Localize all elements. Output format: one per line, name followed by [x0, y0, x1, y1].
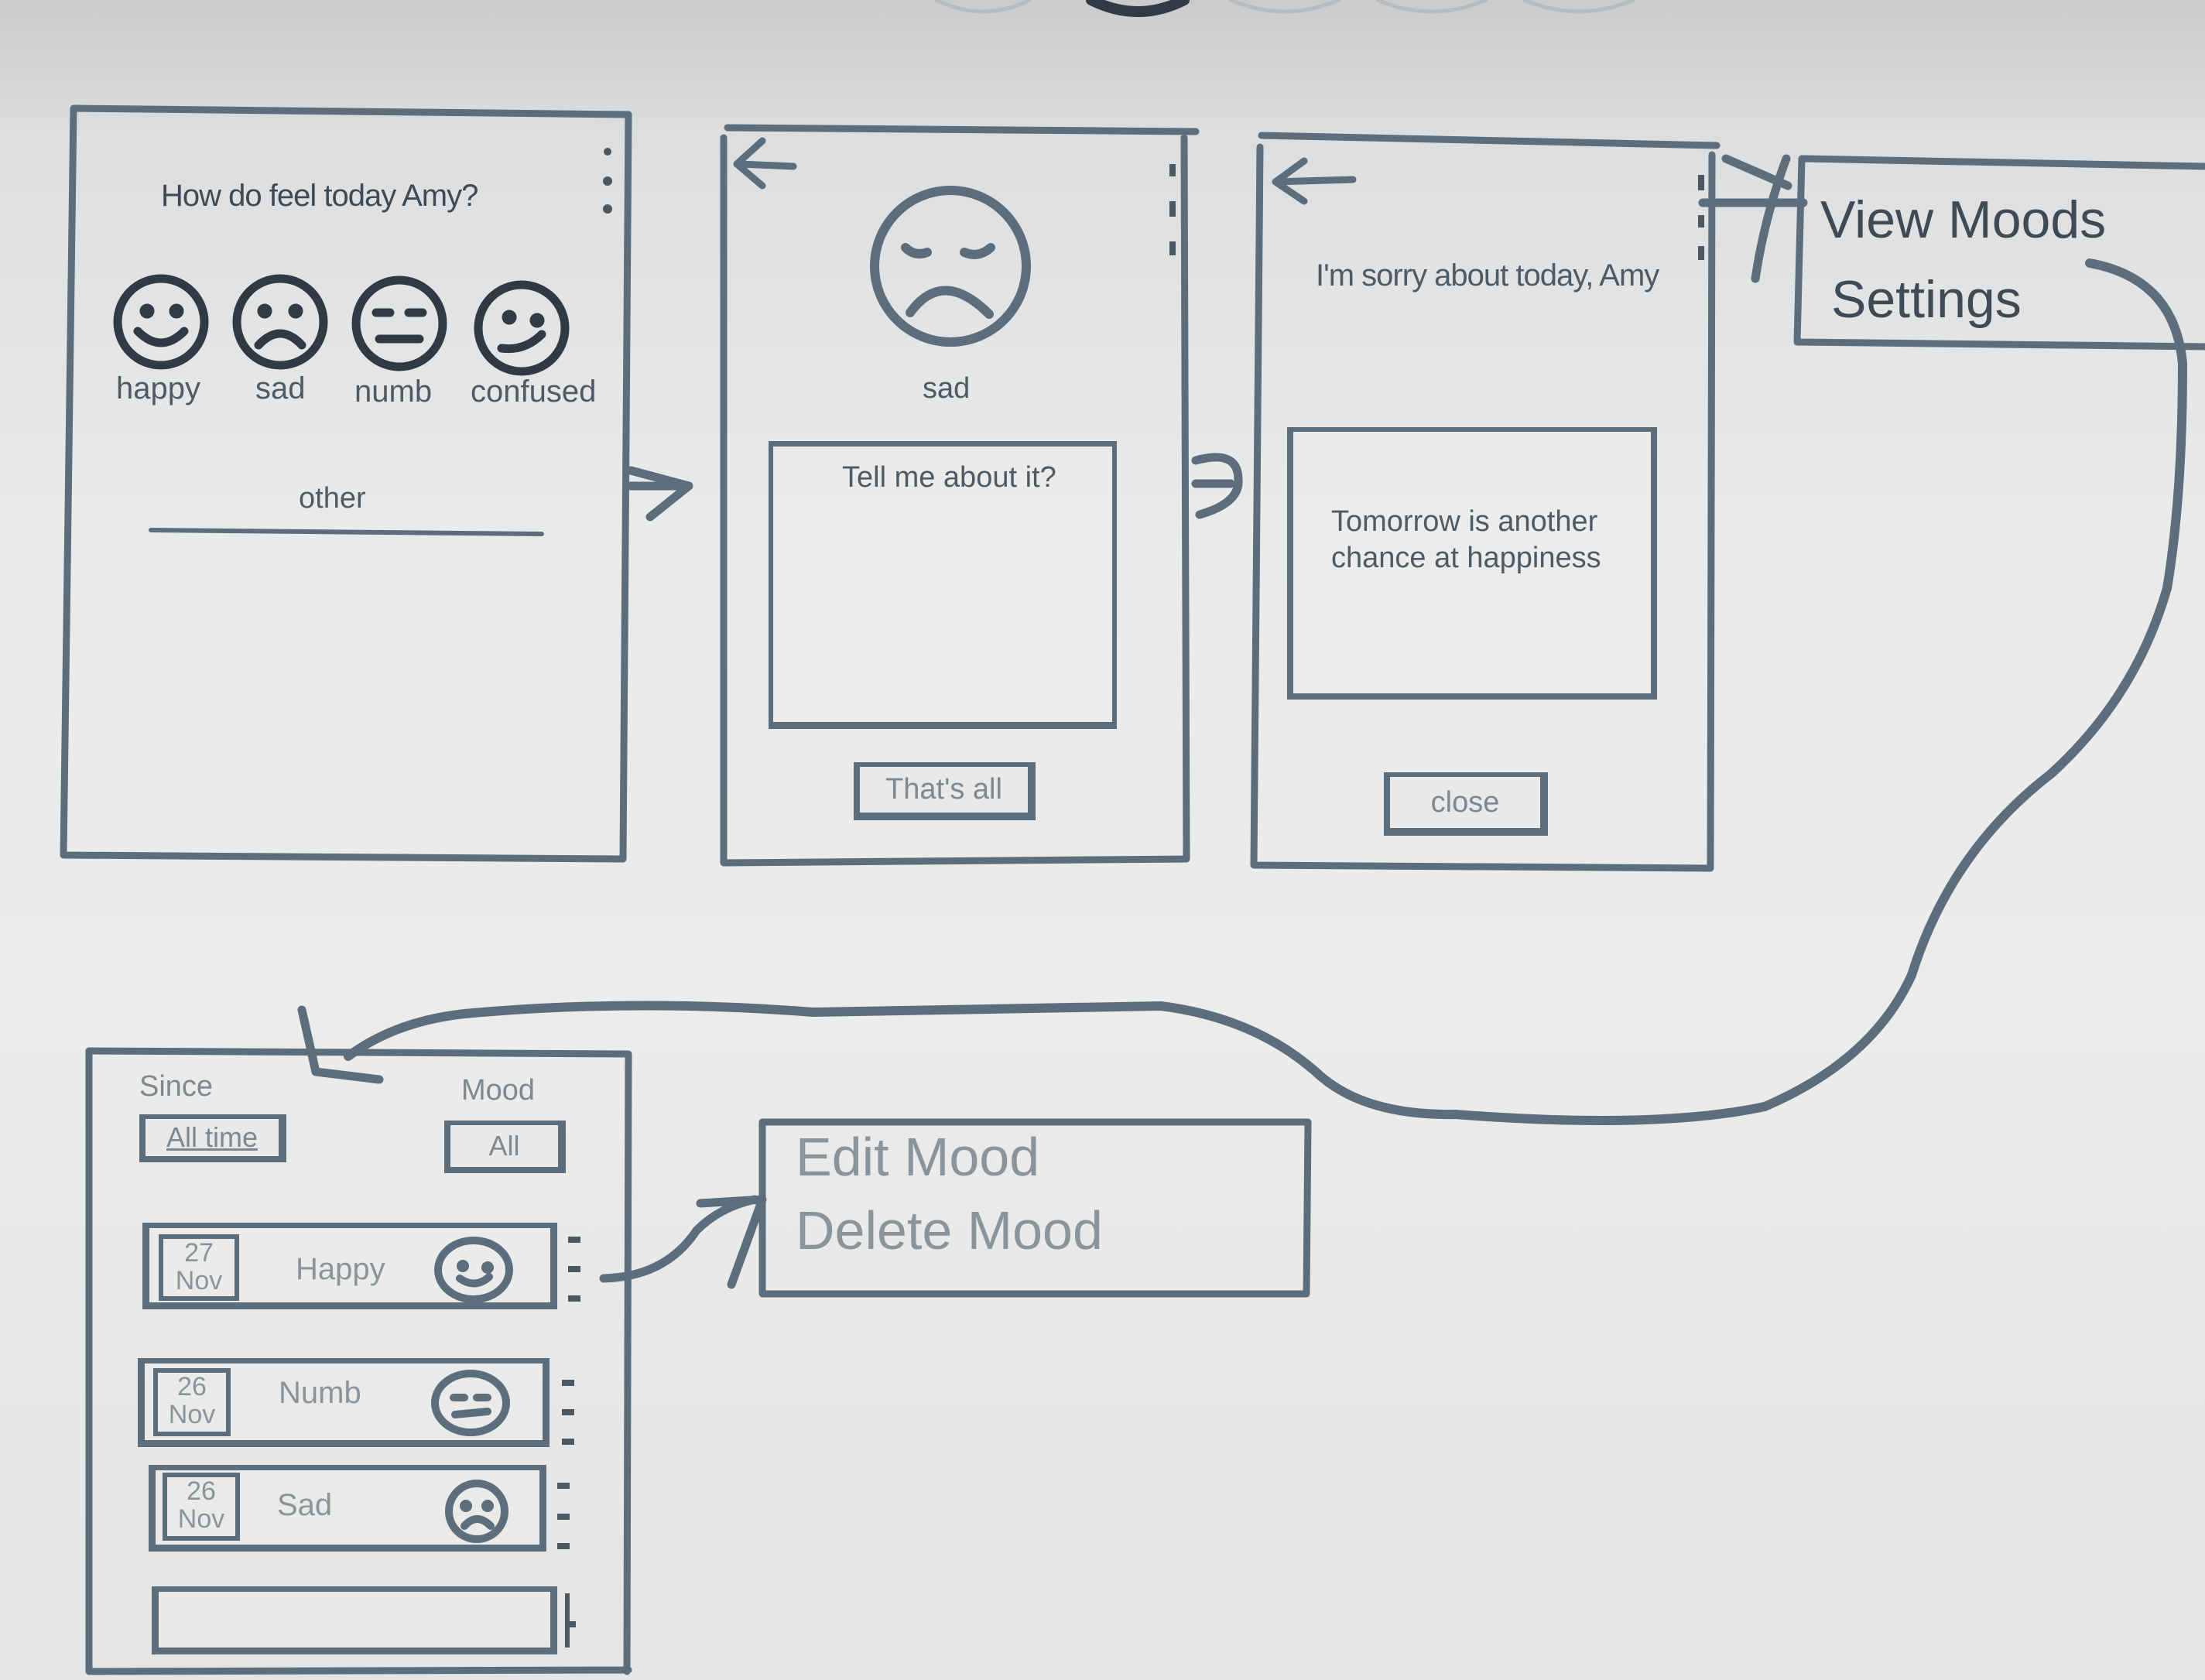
mood-filter-dropdown[interactable]: All: [444, 1121, 566, 1173]
tell-me-prompt: Tell me about it?: [842, 461, 1056, 494]
entry-mood-icon: [430, 1368, 511, 1438]
sad-face-icon: [870, 186, 1031, 347]
entry-options-icon[interactable]: [559, 1374, 577, 1451]
entry-day: 26: [177, 1372, 207, 1401]
mood-filter-label: Mood: [461, 1074, 536, 1107]
thats-all-label: That's all: [885, 773, 1002, 806]
mood-label-happy: happy: [116, 371, 200, 405]
menu-item-edit-mood[interactable]: Edit Mood: [796, 1130, 1039, 1184]
entry-mood-label: Numb: [279, 1376, 361, 1410]
screen3-kebab-menu-icon[interactable]: [1693, 172, 1710, 265]
arrow-1-to-2: [626, 466, 693, 522]
arrow-2-to-3: [1191, 453, 1243, 519]
entry-day: 27: [184, 1238, 214, 1268]
entry-date-badge: 27 Nov: [159, 1234, 239, 1301]
question-heading: How do feel today Amy?: [161, 179, 478, 213]
entry-options-icon[interactable]: [554, 1478, 573, 1555]
mood-option-confused[interactable]: [471, 277, 573, 379]
sad-face-icon: [232, 274, 328, 370]
since-label: Since: [139, 1070, 214, 1103]
happy-face-icon: [113, 274, 209, 370]
mood-label-sad: sad: [255, 371, 306, 405]
confused-face-icon: [474, 280, 570, 376]
screen2-kebab-menu-icon[interactable]: [1165, 161, 1180, 262]
entry-month: Nov: [177, 1504, 225, 1534]
entry-mood-icon: [443, 1478, 511, 1545]
entry-month: Nov: [175, 1266, 223, 1295]
mood-option-numb[interactable]: [348, 272, 450, 375]
empty-entry-row[interactable]: [152, 1586, 557, 1654]
entry-date-badge: 26 Nov: [153, 1368, 231, 1436]
numb-face-icon: [351, 275, 447, 371]
menu-item-settings[interactable]: Settings: [1831, 273, 2022, 326]
numb-face-icon: [431, 1370, 510, 1436]
back-arrow-3: [1272, 157, 1357, 205]
arrow-to-overflow-menu: [1698, 154, 1808, 283]
pager-dots: [934, 0, 1635, 17]
close-label: close: [1430, 785, 1500, 819]
sorry-message: I'm sorry about today, Amy: [1316, 258, 1659, 293]
entry-day: 26: [187, 1476, 216, 1506]
entry-options-icon[interactable]: [565, 1230, 584, 1308]
mood-label-numb: numb: [354, 375, 433, 409]
entry-month: Nov: [168, 1400, 216, 1429]
back-arrow-2: [733, 137, 797, 190]
close-button[interactable]: close: [1384, 772, 1548, 836]
screen1-kebab-menu-icon[interactable]: [600, 144, 615, 221]
encouragement-line1: Tomorrow is another: [1331, 505, 1598, 538]
happy-face-icon: [434, 1237, 513, 1303]
other-underline: [149, 528, 544, 536]
mood-filter-value: All: [488, 1130, 520, 1162]
selected-mood-label: sad: [923, 372, 971, 405]
entry-mood-icon: [433, 1235, 514, 1305]
mood-label-confused: confused: [471, 375, 597, 409]
entry-mood-label: Sad: [277, 1488, 333, 1522]
entry-mood-label: Happy: [296, 1252, 385, 1286]
mood-option-happy[interactable]: [110, 271, 212, 373]
sad-face-icon: [445, 1480, 508, 1543]
entry-options-icon[interactable]: [560, 1590, 579, 1652]
sad-face-large: [865, 183, 1036, 353]
menu-item-delete-mood[interactable]: Delete Mood: [796, 1203, 1103, 1257]
mood-option-sad[interactable]: [229, 271, 331, 373]
since-filter-value: All time: [166, 1121, 259, 1153]
since-filter-dropdown[interactable]: All time: [139, 1114, 286, 1162]
other-input[interactable]: other: [299, 484, 366, 513]
thats-all-button[interactable]: That's all: [854, 762, 1036, 820]
encouragement-line2: chance at happiness: [1331, 542, 1601, 574]
menu-item-view-moods[interactable]: View Moods: [1820, 193, 2106, 246]
entry-date-badge: 26 Nov: [163, 1473, 240, 1541]
